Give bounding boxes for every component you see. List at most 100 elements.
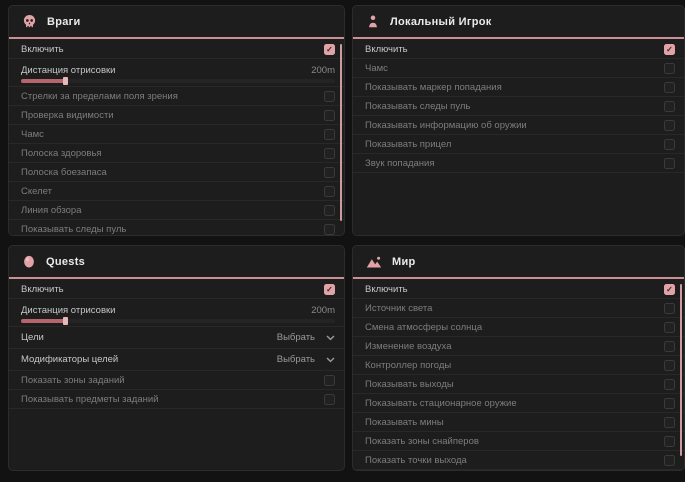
setting-row[interactable]: Полоска здоровья bbox=[9, 144, 344, 163]
setting-row[interactable]: Показать зоны заданий bbox=[9, 371, 344, 390]
setting-label: Чамс bbox=[21, 129, 44, 140]
checkbox[interactable] bbox=[664, 455, 675, 466]
scrollbar[interactable] bbox=[340, 44, 342, 221]
setting-row[interactable]: Чамс bbox=[9, 125, 344, 144]
checkbox[interactable] bbox=[664, 120, 675, 131]
scrollbar[interactable] bbox=[680, 284, 682, 456]
setting-row[interactable]: Линия обзора bbox=[9, 201, 344, 220]
setting-row[interactable]: Показывать стационарное оружие bbox=[353, 394, 684, 413]
checkbox[interactable] bbox=[664, 139, 675, 150]
setting-label: Включить bbox=[21, 44, 64, 55]
setting-row[interactable]: Показать точки выхода bbox=[353, 451, 684, 470]
setting-label: Показать зоны снайперов bbox=[365, 436, 479, 447]
checkbox[interactable] bbox=[664, 417, 675, 428]
checkbox[interactable] bbox=[664, 436, 675, 447]
dropdown-value: Выбрать bbox=[277, 332, 315, 343]
checkbox[interactable]: ✓ bbox=[324, 284, 335, 295]
checkbox[interactable] bbox=[664, 398, 675, 409]
setting-row[interactable]: Включить ✓ bbox=[353, 280, 684, 299]
checkbox[interactable] bbox=[324, 224, 335, 235]
slider-thumb[interactable] bbox=[63, 317, 68, 325]
setting-row[interactable]: Скелет bbox=[9, 182, 344, 201]
checkbox[interactable] bbox=[324, 375, 335, 386]
checkbox[interactable] bbox=[664, 379, 675, 390]
setting-label: Стрелки за пределами поля зрения bbox=[21, 91, 178, 102]
slider[interactable] bbox=[21, 79, 335, 83]
checkbox[interactable] bbox=[664, 303, 675, 314]
setting-row[interactable]: Полоска боезапаса bbox=[9, 163, 344, 182]
checkbox[interactable] bbox=[324, 110, 335, 121]
egg-icon bbox=[22, 254, 36, 269]
setting-row[interactable]: Показывать мины bbox=[353, 413, 684, 432]
checkbox[interactable] bbox=[664, 322, 675, 333]
setting-label: Контроллер погоды bbox=[365, 360, 451, 371]
panel-title: Локальный Игрок bbox=[390, 16, 492, 28]
checkbox[interactable] bbox=[664, 101, 675, 112]
panel-title: Мир bbox=[392, 256, 416, 268]
setting-row[interactable]: Показывать выходы bbox=[353, 375, 684, 394]
checkbox[interactable] bbox=[324, 129, 335, 140]
setting-label: Показывать маркер попадания bbox=[365, 82, 502, 93]
setting-label: Показывать стационарное оружие bbox=[365, 398, 517, 409]
setting-value: 200m bbox=[311, 65, 335, 76]
panel-world-body: Включить ✓ Источник света Смена атмосферы с… bbox=[353, 279, 684, 470]
panel-enemies: Враги Включить ✓ Дистанция отрисовки200m Ст… bbox=[8, 5, 345, 236]
checkbox[interactable] bbox=[664, 63, 675, 74]
checkbox[interactable] bbox=[324, 148, 335, 159]
setting-row[interactable]: Включить ✓ bbox=[9, 280, 344, 299]
setting-row[interactable]: Звук попадания bbox=[353, 154, 684, 173]
setting-row[interactable]: Включить✓ bbox=[353, 40, 684, 59]
checkbox[interactable]: ✓ bbox=[664, 284, 675, 295]
panel-title: Quests bbox=[46, 256, 85, 268]
setting-row[interactable]: Изменение воздуха bbox=[353, 337, 684, 356]
setting-row[interactable]: Показывать информацию об оружии bbox=[353, 116, 684, 135]
checkbox[interactable]: ✓ bbox=[664, 44, 675, 55]
setting-label: Показывать предметы заданий bbox=[21, 394, 158, 405]
setting-row[interactable]: Проверка видимости bbox=[9, 106, 344, 125]
setting-label: Чамс bbox=[365, 63, 388, 74]
setting-row[interactable]: Стрелки за пределами поля зрения bbox=[9, 87, 344, 106]
checkbox[interactable] bbox=[664, 360, 675, 371]
setting-row[interactable]: Показывать следы пуль bbox=[9, 220, 344, 236]
setting-label: Полоска боезапаса bbox=[21, 167, 107, 178]
setting-label: Источник света bbox=[365, 303, 432, 314]
setting-label: Показывать информацию об оружии bbox=[365, 120, 527, 131]
checkbox[interactable] bbox=[664, 158, 675, 169]
checkbox[interactable] bbox=[324, 186, 335, 197]
setting-label: Показать точки выхода bbox=[365, 455, 467, 466]
setting-row[interactable]: Показывать прицел bbox=[353, 135, 684, 154]
panel-title: Враги bbox=[47, 16, 81, 28]
checkbox[interactable] bbox=[324, 205, 335, 216]
setting-label: Включить bbox=[21, 284, 64, 295]
setting-row[interactable]: Чамс bbox=[353, 59, 684, 78]
setting-row[interactable]: Показать зоны снайперов bbox=[353, 432, 684, 451]
checkbox[interactable] bbox=[324, 91, 335, 102]
setting-row[interactable]: Включить ✓ bbox=[9, 40, 344, 59]
setting-row[interactable]: Источник света bbox=[353, 299, 684, 318]
chevron-down-icon bbox=[326, 335, 335, 341]
setting-row[interactable]: Модификаторы целей Выбрать bbox=[9, 349, 344, 371]
slider[interactable] bbox=[21, 319, 335, 323]
dropdown-button[interactable]: Выбрать bbox=[277, 354, 335, 365]
setting-row[interactable]: Показывать маркер попадания bbox=[353, 78, 684, 97]
checkbox[interactable] bbox=[664, 341, 675, 352]
person-icon bbox=[366, 14, 380, 29]
slider-thumb[interactable] bbox=[63, 77, 68, 85]
dropdown-button[interactable]: Выбрать bbox=[277, 332, 335, 343]
setting-row[interactable]: Смена атмосферы солнца bbox=[353, 318, 684, 337]
setting-row[interactable]: Показывать предметы заданий bbox=[9, 390, 344, 409]
setting-label: Модификаторы целей bbox=[21, 354, 118, 365]
panel-enemies-body: Включить ✓ Дистанция отрисовки200m Стрелки … bbox=[9, 39, 344, 236]
checkbox[interactable] bbox=[324, 394, 335, 405]
checkbox[interactable]: ✓ bbox=[324, 44, 335, 55]
checkbox[interactable] bbox=[664, 82, 675, 93]
setting-row[interactable]: Показывать следы пуль bbox=[353, 97, 684, 116]
setting-label: Включить bbox=[365, 284, 408, 295]
panel-quests: Quests Включить ✓ Дистанция отрисовки200mЦ… bbox=[8, 245, 345, 471]
setting-row[interactable]: ЦелиВыбрать bbox=[9, 327, 344, 349]
setting-row[interactable]: Дистанция отрисовки200m bbox=[9, 299, 344, 327]
setting-row[interactable]: Контроллер погоды bbox=[353, 356, 684, 375]
checkbox[interactable] bbox=[324, 167, 335, 178]
panel-local-player-body: Включить✓ Чамс Показывать маркер попадания… bbox=[353, 39, 684, 173]
setting-row[interactable]: Дистанция отрисовки200m bbox=[9, 59, 344, 87]
